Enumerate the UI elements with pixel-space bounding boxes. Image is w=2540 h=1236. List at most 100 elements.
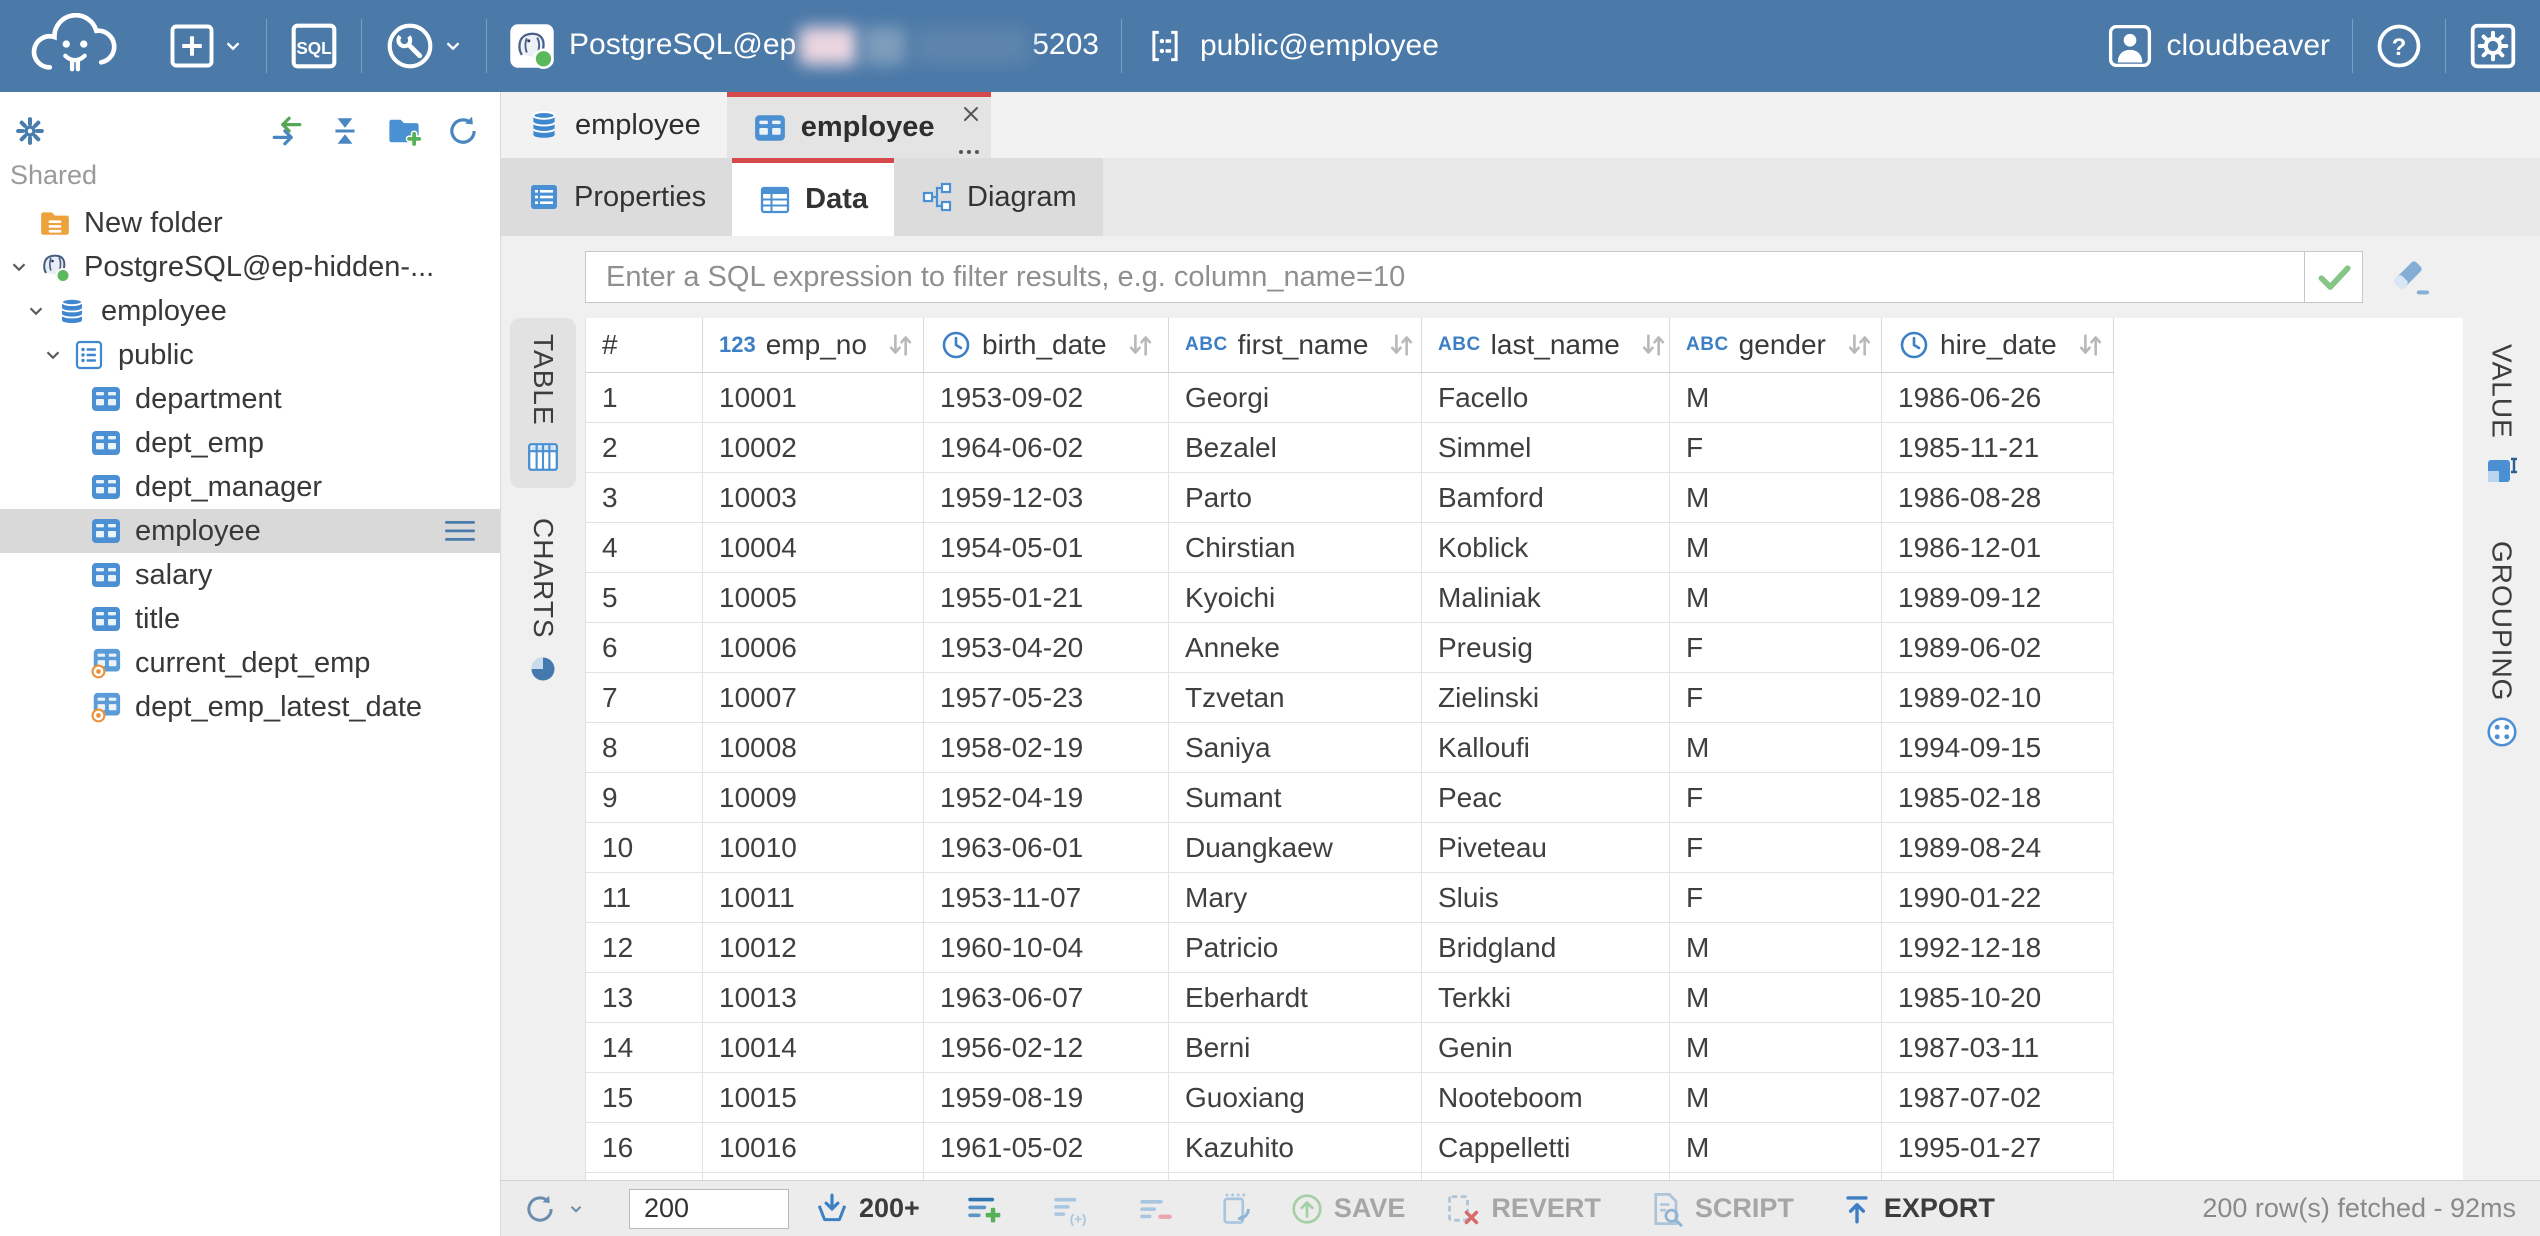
link-with-editor-button[interactable] [270,114,304,148]
cell-row-number[interactable]: 7 [586,673,703,722]
cell-birth_date[interactable]: 1964-06-02 [924,423,1169,472]
cell-last_name[interactable]: Koblick [1422,523,1670,572]
cell-emp_no[interactable]: 10001 [703,373,924,422]
cell-row-number[interactable]: 10 [586,823,703,872]
refresh-results-button[interactable] [523,1192,585,1226]
cell-birth_date[interactable]: 1956-02-12 [924,1023,1169,1072]
cell-gender[interactable]: F [1670,623,1882,672]
chevron-down-icon[interactable] [25,300,55,322]
tree-item-employee[interactable]: employee [0,509,500,553]
cell-birth_date[interactable]: 1961-05-02 [924,1123,1169,1172]
save-button[interactable]: SAVE [1290,1192,1406,1226]
tree-item-new-folder[interactable]: New folder [0,201,500,245]
edit-value-button[interactable] [1218,1191,1254,1227]
cell-first_name[interactable]: Parto [1169,473,1422,522]
tree-item-title[interactable]: title [0,597,500,641]
cell-row-number[interactable]: 16 [586,1123,703,1172]
cell-emp_no[interactable]: 10002 [703,423,924,472]
cell-first_name[interactable]: Cristinel [1169,1173,1422,1180]
cell-first_name[interactable]: Tzvetan [1169,673,1422,722]
settings-button[interactable] [2468,21,2518,71]
tab-employee-table[interactable]: employee [727,92,991,158]
sort-icon[interactable] [1125,331,1157,359]
cell-hire_date[interactable]: 1994-09-15 [1882,723,2114,772]
tab-employee-database[interactable]: employee [501,92,727,158]
cell-first_name[interactable]: Kazuhito [1169,1123,1422,1172]
column-header-row-number[interactable]: # [586,318,703,372]
presentation-tab-charts[interactable]: CHARTS [510,502,576,701]
cell-last_name[interactable]: Genin [1422,1023,1670,1072]
sort-icon[interactable] [1844,331,1876,359]
cell-hire_date[interactable]: 1985-10-20 [1882,973,2114,1022]
cell-last_name[interactable]: Facello [1422,373,1670,422]
cell-birth_date[interactable]: 1954-05-01 [924,523,1169,572]
cell-birth_date[interactable]: 1963-06-01 [924,823,1169,872]
cell-first_name[interactable]: Berni [1169,1023,1422,1072]
cell-birth_date[interactable]: 1952-04-19 [924,773,1169,822]
column-header-hire_date[interactable]: hire_date [1882,318,2114,372]
cell-emp_no[interactable]: 10016 [703,1123,924,1172]
presentation-tab-table[interactable]: TABLE [510,318,576,488]
cell-hire_date[interactable]: 1987-07-02 [1882,1073,2114,1122]
cell-emp_no[interactable]: 10015 [703,1073,924,1122]
cell-birth_date[interactable]: 1953-09-02 [924,373,1169,422]
cell-gender[interactable]: M [1670,373,1882,422]
cell-emp_no[interactable]: 10004 [703,523,924,572]
cell-gender[interactable]: F [1670,773,1882,822]
cell-birth_date[interactable]: 1955-01-21 [924,573,1169,622]
cell-emp_no[interactable]: 10009 [703,773,924,822]
cell-hire_date[interactable]: 1995-01-27 [1882,1123,2114,1172]
tree-item-dept-emp-latest-date[interactable]: dept_emp_latest_date [0,685,500,729]
cell-row-number[interactable]: 3 [586,473,703,522]
cell-birth_date[interactable]: 1958-02-19 [924,723,1169,772]
cell-first_name[interactable]: Georgi [1169,373,1422,422]
cell-first_name[interactable]: Kyoichi [1169,573,1422,622]
cell-emp_no[interactable]: 10012 [703,923,924,972]
duplicate-row-button[interactable]: (+) [1052,1191,1092,1227]
cell-emp_no[interactable]: 10005 [703,573,924,622]
cell-last_name[interactable]: Terkki [1422,973,1670,1022]
chevron-down-icon[interactable] [42,344,72,366]
cell-last_name[interactable]: Kalloufi [1422,723,1670,772]
tab-data[interactable]: Data [732,158,894,236]
cell-hire_date[interactable]: 1985-02-18 [1882,773,2114,822]
cell-gender[interactable]: F [1670,873,1882,922]
tree-item-department[interactable]: department [0,377,500,421]
cell-emp_no[interactable]: 10010 [703,823,924,872]
cell-gender[interactable]: M [1670,573,1882,622]
cell-first_name[interactable]: Bezalel [1169,423,1422,472]
cell-emp_no[interactable]: 10017 [703,1173,924,1180]
schema-selector[interactable]: public@employee [1144,25,1439,67]
user-menu[interactable]: cloudbeaver [2107,23,2330,69]
tab-diagram[interactable]: Diagram [894,158,1103,236]
cell-row-number[interactable]: 13 [586,973,703,1022]
cell-row-number[interactable]: 9 [586,773,703,822]
cell-gender[interactable]: M [1670,1123,1882,1172]
sort-icon[interactable] [2075,331,2107,359]
cell-hire_date[interactable]: 1987-03-11 [1882,1023,2114,1072]
revert-button[interactable]: REVERT [1445,1191,1601,1227]
cell-hire_date[interactable]: 1989-08-24 [1882,823,2114,872]
cell-gender[interactable]: M [1670,723,1882,772]
cell-last_name[interactable]: Maliniak [1422,573,1670,622]
cell-last_name[interactable]: Preusig [1422,623,1670,672]
cell-row-number[interactable]: 11 [586,873,703,922]
cell-row-number[interactable]: 2 [586,423,703,472]
column-header-emp_no[interactable]: 123emp_no [703,318,924,372]
close-tab-button[interactable] [959,101,983,134]
cell-last_name[interactable]: Peac [1422,773,1670,822]
cell-row-number[interactable]: 4 [586,523,703,572]
cell-emp_no[interactable]: 10006 [703,623,924,672]
panel-tab-grouping[interactable]: GROUPING [2469,525,2535,763]
cell-row-number[interactable]: 8 [586,723,703,772]
cell-gender[interactable]: F [1670,673,1882,722]
cell-birth_date[interactable]: 1963-06-07 [924,973,1169,1022]
row-limit-input[interactable] [629,1189,789,1229]
cell-gender[interactable]: M [1670,1023,1882,1072]
cell-hire_date[interactable]: 1993-08-03 [1882,1173,2114,1180]
delete-row-button[interactable] [1138,1191,1174,1227]
cell-row-number[interactable]: 12 [586,923,703,972]
chevron-down-icon[interactable] [8,256,38,278]
cell-birth_date[interactable]: 1959-08-19 [924,1073,1169,1122]
cell-last_name[interactable]: Bamford [1422,473,1670,522]
